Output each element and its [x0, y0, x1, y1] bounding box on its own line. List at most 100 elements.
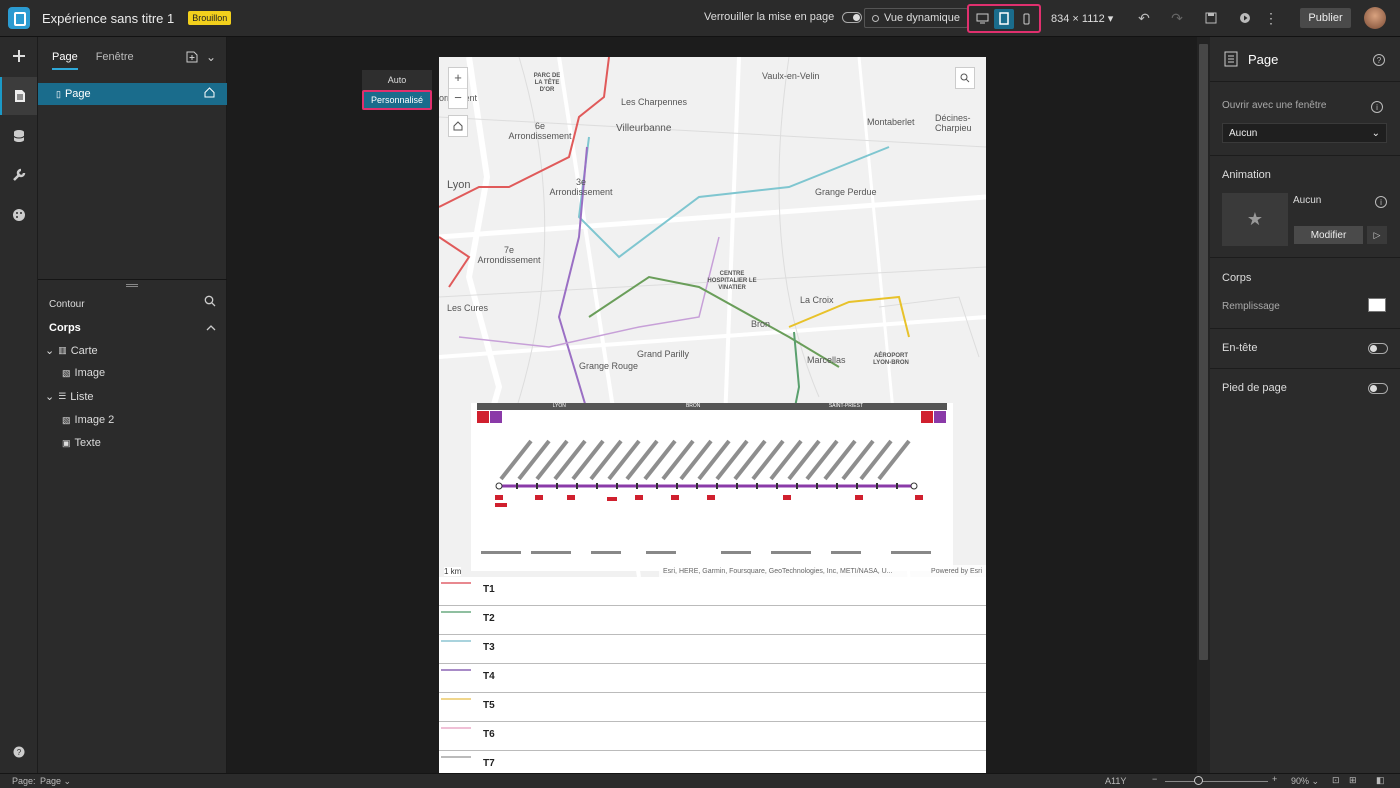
zoom-out-icon[interactable]: −: [1152, 774, 1157, 784]
play-icon[interactable]: ▷: [1367, 226, 1387, 244]
outline-item-label: Image 2: [74, 414, 115, 426]
list-item-label: T4: [483, 671, 495, 682]
search-icon[interactable]: [955, 67, 975, 89]
desktop-device-button[interactable]: [972, 9, 992, 29]
more-options-icon[interactable]: ⋮: [1263, 10, 1279, 26]
avatar[interactable]: [1364, 7, 1386, 29]
chevron-down-icon[interactable]: ⌄: [45, 390, 54, 403]
chevron-up-icon[interactable]: [206, 321, 216, 335]
status-badge: Brouillon: [188, 11, 232, 25]
list-item[interactable]: T7: [439, 751, 986, 773]
map-label: 3e Arrondissement: [549, 177, 613, 197]
tab-page[interactable]: Page: [52, 51, 78, 70]
zoom-out-icon[interactable]: −: [449, 88, 467, 108]
zoom-in-icon[interactable]: +: [1272, 774, 1277, 784]
map-widget[interactable]: Vaulx-en-Velin Les Charpennes Villeurban…: [439, 57, 986, 577]
publish-button[interactable]: Publier: [1300, 8, 1351, 28]
info-icon[interactable]: i: [1375, 196, 1387, 208]
zoom-slider[interactable]: [1165, 781, 1268, 782]
line-color-swatch: [441, 756, 471, 758]
fit-width-icon[interactable]: ⊡: [1332, 775, 1340, 786]
redo-icon[interactable]: ↷: [1169, 10, 1185, 26]
attribution-text: Esri, HERE, Garmin, Foursquare, GeoTechn…: [663, 567, 893, 575]
map-label: Montaberlet: [867, 117, 915, 127]
toggle-panel-icon[interactable]: ◧: [1376, 775, 1385, 786]
a11y-label[interactable]: A11Y: [1105, 776, 1126, 786]
outline-item-text[interactable]: ▣ Texte: [62, 437, 101, 449]
data-icon[interactable]: [0, 117, 37, 155]
lock-layout-toggle[interactable]: [842, 11, 863, 23]
help-icon[interactable]: ?: [1373, 54, 1385, 66]
experience-title[interactable]: Expérience sans titre 1: [42, 11, 174, 26]
list-item[interactable]: T4: [439, 664, 986, 693]
canvas-scroll-thumb[interactable]: [1199, 44, 1208, 660]
list-item[interactable]: T6: [439, 722, 986, 751]
outline-item-image[interactable]: ▧ Image: [62, 367, 105, 379]
scale-bar-label: 1 km: [444, 567, 462, 576]
screen-size-select[interactable]: 834 × 1112 ▾: [1051, 12, 1113, 25]
animation-label: Animation: [1222, 169, 1271, 181]
fill-color-swatch[interactable]: [1368, 298, 1386, 312]
list-item-label: T1: [483, 584, 495, 595]
home-extent-icon[interactable]: [448, 115, 468, 137]
page-icon[interactable]: [0, 77, 37, 115]
preview-icon[interactable]: [1237, 10, 1253, 26]
outline-section-body[interactable]: Corps: [49, 322, 81, 334]
page-list-item[interactable]: ▯ Page: [38, 83, 227, 105]
list-widget-icon: ☰: [58, 391, 67, 401]
text-widget-icon: ▣: [62, 437, 71, 448]
dynamic-view-button[interactable]: Vue dynamique: [864, 8, 969, 28]
powered-by-text: Powered by Esri: [931, 567, 982, 575]
zoom-in-icon[interactable]: +: [454, 68, 462, 88]
map-label: CENTRE HOSPITALIER LE VINATIER: [707, 271, 757, 291]
fit-screen-icon[interactable]: ⊞: [1349, 775, 1357, 786]
resize-handle[interactable]: [126, 284, 138, 287]
header-toggle[interactable]: [1368, 343, 1388, 354]
add-icon[interactable]: [0, 37, 37, 75]
page-selector[interactable]: Page ⌄: [40, 776, 71, 787]
wrench-icon[interactable]: [0, 156, 37, 194]
mobile-device-button[interactable]: [1016, 9, 1036, 29]
list-item[interactable]: T5: [439, 693, 986, 722]
size-option-auto[interactable]: Auto: [362, 70, 432, 90]
add-page-icon[interactable]: [186, 51, 198, 66]
list-item[interactable]: T2: [439, 606, 986, 635]
help-icon[interactable]: ?: [0, 733, 37, 771]
status-bar: Page: Page ⌄ A11Y − + 90% ⌄ ⊡ ⊞ ◧: [0, 773, 1400, 788]
list-widget[interactable]: T1 T2 T3 T4 T5 T6 T7: [439, 577, 986, 773]
zoom-controls: + −: [448, 67, 468, 109]
tram-line-diagram-image[interactable]: LYON BRON SAINT-PRIEST: [471, 403, 953, 571]
chevron-down-icon[interactable]: ⌄: [206, 50, 216, 64]
theme-palette-icon[interactable]: [0, 196, 37, 234]
open-window-select[interactable]: Aucun ⌄: [1222, 123, 1387, 143]
page-selector-value: Page: [40, 776, 62, 786]
undo-icon[interactable]: ↶: [1136, 10, 1152, 26]
size-option-custom[interactable]: Personnalisé: [362, 90, 432, 110]
open-window-value: Aucun: [1229, 127, 1258, 139]
animation-preview[interactable]: ★: [1222, 193, 1288, 246]
list-item[interactable]: T1: [439, 577, 986, 606]
outline-item-map[interactable]: ⌄ ▥ Carte: [45, 344, 98, 358]
zoom-value: 90%: [1291, 776, 1310, 786]
tab-window[interactable]: Fenêtre: [96, 51, 134, 70]
footer-toggle[interactable]: [1368, 383, 1388, 394]
save-icon[interactable]: [1203, 10, 1219, 26]
open-window-section: Ouvrir avec une fenêtre i: [1210, 81, 1400, 155]
outline-item-image-2[interactable]: ▧ Image 2: [62, 414, 114, 426]
app-logo-icon[interactable]: [0, 0, 38, 37]
tram-header-zone: BRON: [685, 403, 701, 409]
lock-layout-label: Verrouiller la mise en page: [704, 11, 835, 23]
outline-item-list[interactable]: ⌄ ☰ Liste: [45, 390, 94, 404]
tablet-device-button[interactable]: [994, 8, 1014, 29]
page-preview[interactable]: Vaulx-en-Velin Les Charpennes Villeurban…: [439, 57, 986, 773]
chevron-down-icon[interactable]: ⌄: [45, 344, 54, 357]
modify-button[interactable]: Modifier: [1294, 226, 1363, 244]
body-label: Corps: [1222, 272, 1252, 284]
zoom-slider-thumb[interactable]: [1194, 776, 1203, 785]
home-icon[interactable]: [204, 87, 215, 101]
panel-divider[interactable]: [38, 279, 227, 280]
zoom-level[interactable]: 90% ⌄: [1291, 776, 1319, 787]
info-icon[interactable]: i: [1371, 101, 1383, 113]
list-item[interactable]: T3: [439, 635, 986, 664]
search-icon[interactable]: [204, 295, 216, 310]
